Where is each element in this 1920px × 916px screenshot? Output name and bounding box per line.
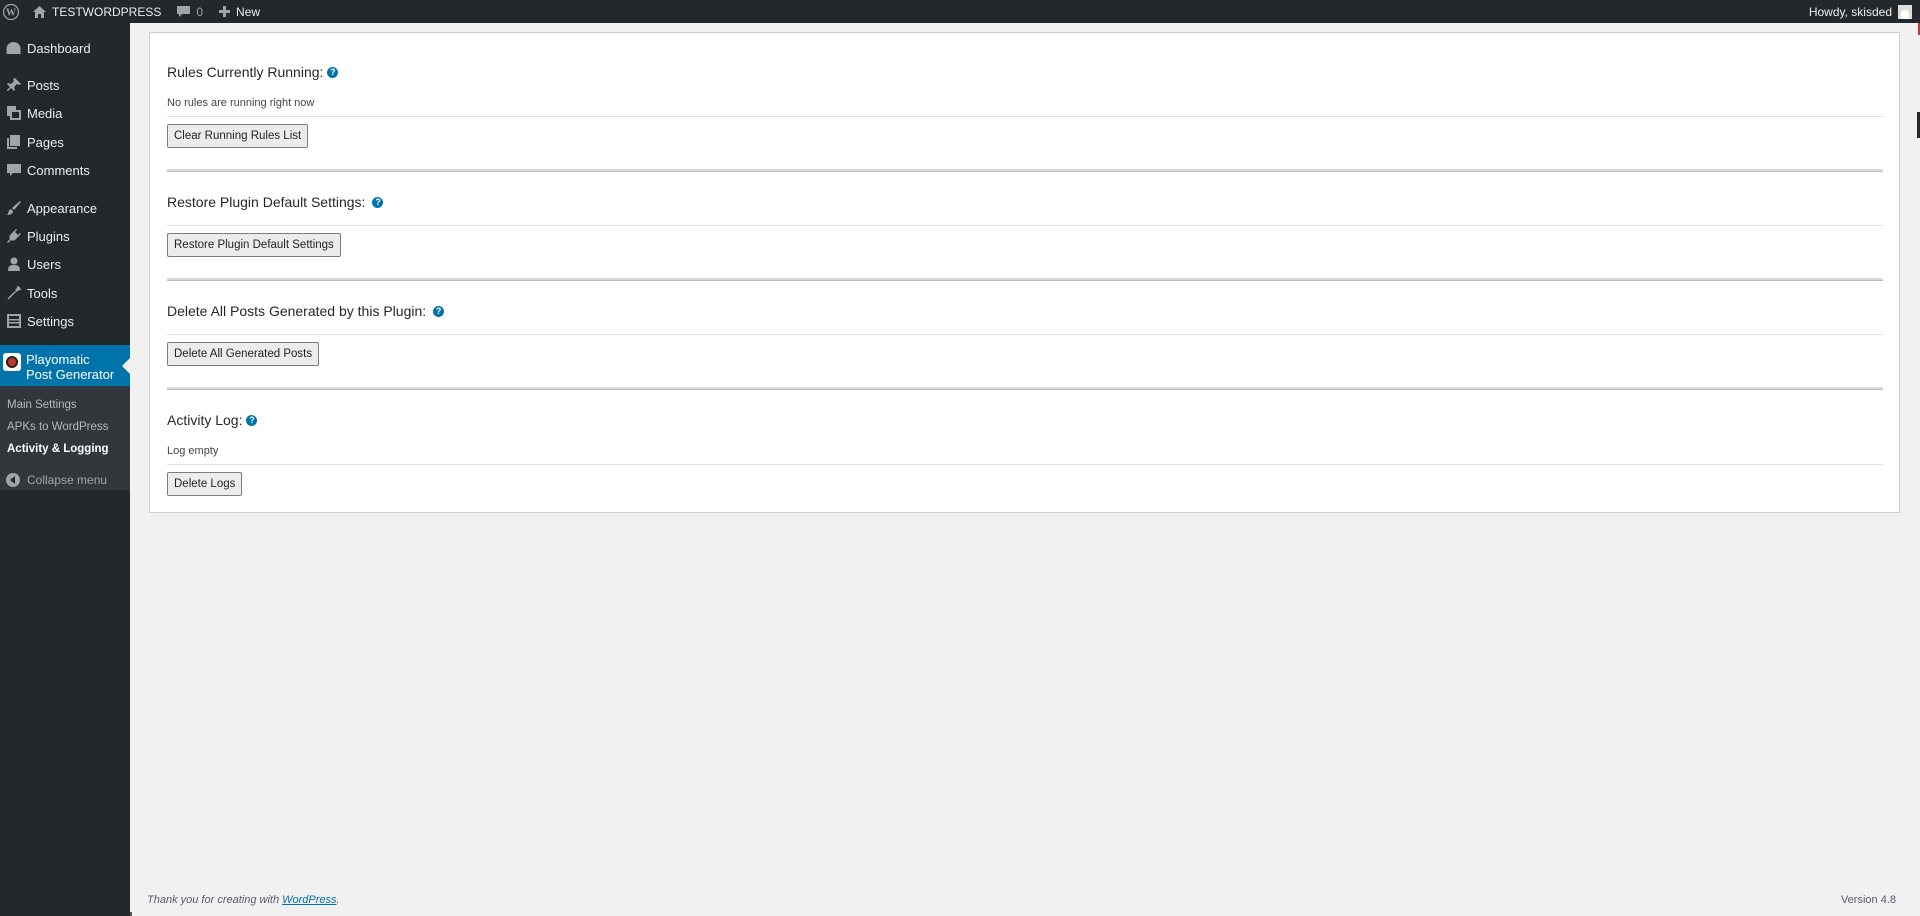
delete-logs-button[interactable]: Delete Logs xyxy=(167,472,243,496)
new-label: New xyxy=(236,4,261,19)
divider xyxy=(167,464,1883,465)
avatar xyxy=(1898,4,1912,19)
sidebar-item-label: Users xyxy=(27,256,61,272)
section-title-activity-log: Activity Log: ? xyxy=(167,412,258,428)
comments-link[interactable]: 0 xyxy=(169,0,211,23)
sidebar-item-pages[interactable]: Pages xyxy=(0,129,130,155)
plug-icon xyxy=(0,229,27,243)
user-icon xyxy=(0,257,27,271)
sidebar-item-label: Plugins xyxy=(27,228,70,244)
playomatic-logo-icon xyxy=(3,353,21,371)
help-icon[interactable]: ? xyxy=(246,414,258,426)
section-title-label: Rules Currently Running: xyxy=(167,64,324,80)
sidebar-item-playomatic[interactable]: Playomatic Post Generator xyxy=(0,345,130,386)
section-title-label: Restore Plugin Default Settings: xyxy=(167,194,366,210)
sidebar-item-label: Posts xyxy=(27,77,60,93)
submenu-item-activity-logging[interactable]: Activity & Logging xyxy=(7,443,109,455)
collapse-menu-button[interactable]: Collapse menu xyxy=(0,469,130,491)
comment-bubble-icon xyxy=(177,5,191,17)
site-name-label: TESTWORDPRESS xyxy=(52,4,162,19)
admin-bar: W TESTWORDPRESS 0 New Howdy, skisded xyxy=(0,0,1920,23)
sidebar-item-media[interactable]: Media xyxy=(0,100,130,126)
collapse-label: Collapse menu xyxy=(27,473,108,487)
running-status-text: No rules are running right now xyxy=(167,97,315,109)
sidebar-item-label: Comments xyxy=(27,162,90,178)
sidebar-item-label: Playomatic Post Generator xyxy=(26,352,115,382)
dashboard-icon xyxy=(0,41,27,55)
divider xyxy=(167,116,1883,117)
footer-thanks-prefix: Thank you for creating with xyxy=(147,894,283,906)
collapse-icon xyxy=(6,473,20,487)
sidebar-item-plugins[interactable]: Plugins xyxy=(0,223,130,249)
current-menu-arrow xyxy=(122,358,130,374)
pages-icon xyxy=(0,135,27,149)
site-name-link[interactable]: TESTWORDPRESS xyxy=(25,0,169,23)
brush-icon xyxy=(0,201,27,215)
help-icon[interactable]: ? xyxy=(327,66,339,78)
delete-generated-posts-button[interactable]: Delete All Generated Posts xyxy=(167,342,320,366)
sidebar-item-label: Settings xyxy=(27,313,74,329)
divider xyxy=(167,225,1883,226)
section-title-running: Rules Currently Running: ? xyxy=(167,64,339,80)
section-separator xyxy=(167,278,1883,281)
divider xyxy=(167,334,1883,335)
pin-icon xyxy=(0,78,27,92)
footer-thanks: Thank you for creating with WordPress. xyxy=(147,894,340,906)
submenu-item-apks-to-wordpress[interactable]: APKs to WordPress xyxy=(7,421,108,433)
wordpress-link[interactable]: WordPress xyxy=(282,894,336,906)
submenu-item-main-settings[interactable]: Main Settings xyxy=(7,399,77,411)
sidebar-item-posts[interactable]: Posts xyxy=(0,72,130,98)
edge-divider xyxy=(130,912,132,916)
wrench-icon xyxy=(0,286,27,300)
help-icon[interactable]: ? xyxy=(372,196,384,208)
log-status-text: Log empty xyxy=(167,445,219,457)
comments-count: 0 xyxy=(196,4,204,19)
section-separator xyxy=(167,169,1883,172)
my-account-link[interactable]: Howdy, skisded xyxy=(1801,0,1920,23)
svg-text:W: W xyxy=(6,7,16,18)
sidebar-item-tools[interactable]: Tools xyxy=(0,280,130,306)
clear-running-rules-button[interactable]: Clear Running Rules List xyxy=(167,124,309,148)
new-content-link[interactable]: New xyxy=(211,0,268,23)
home-icon xyxy=(33,5,46,18)
restore-defaults-button[interactable]: Restore Plugin Default Settings xyxy=(167,233,341,257)
sidebar-item-label: Dashboard xyxy=(27,40,91,56)
plus-icon xyxy=(219,6,231,17)
sidebar-item-appearance[interactable]: Appearance xyxy=(0,195,130,221)
settings-icon xyxy=(0,314,27,328)
settings-panel: Rules Currently Running: ? No rules are … xyxy=(149,32,1900,513)
help-icon[interactable]: ? xyxy=(433,305,445,317)
sidebar-item-users[interactable]: Users xyxy=(0,251,130,277)
sidebar-item-comments[interactable]: Comments xyxy=(0,157,130,183)
comment-icon xyxy=(0,163,27,177)
sidebar-item-dashboard[interactable]: Dashboard xyxy=(0,35,130,61)
footer-version: Version 4.8 xyxy=(1840,894,1896,906)
sidebar-item-label: Tools xyxy=(27,285,58,301)
howdy-label: Howdy, skisded xyxy=(1808,4,1892,19)
sidebar-item-label: Pages xyxy=(27,134,64,150)
section-title-label: Activity Log: xyxy=(167,412,243,428)
admin-menu: Dashboard Posts Media Pages Comments App… xyxy=(0,23,130,916)
sidebar-item-settings[interactable]: Settings xyxy=(0,308,130,334)
sidebar-item-label: Media xyxy=(27,105,63,121)
section-title-label: Delete All Posts Generated by this Plugi… xyxy=(167,303,427,319)
sidebar-item-label: Appearance xyxy=(27,200,98,216)
section-separator xyxy=(167,387,1883,390)
media-icon xyxy=(0,106,27,120)
section-title-delete-posts: Delete All Posts Generated by this Plugi… xyxy=(167,303,445,319)
footer-thanks-suffix: . xyxy=(336,894,340,906)
section-title-restore: Restore Plugin Default Settings: ? xyxy=(167,194,384,210)
wordpress-logo-icon[interactable]: W xyxy=(0,0,25,23)
